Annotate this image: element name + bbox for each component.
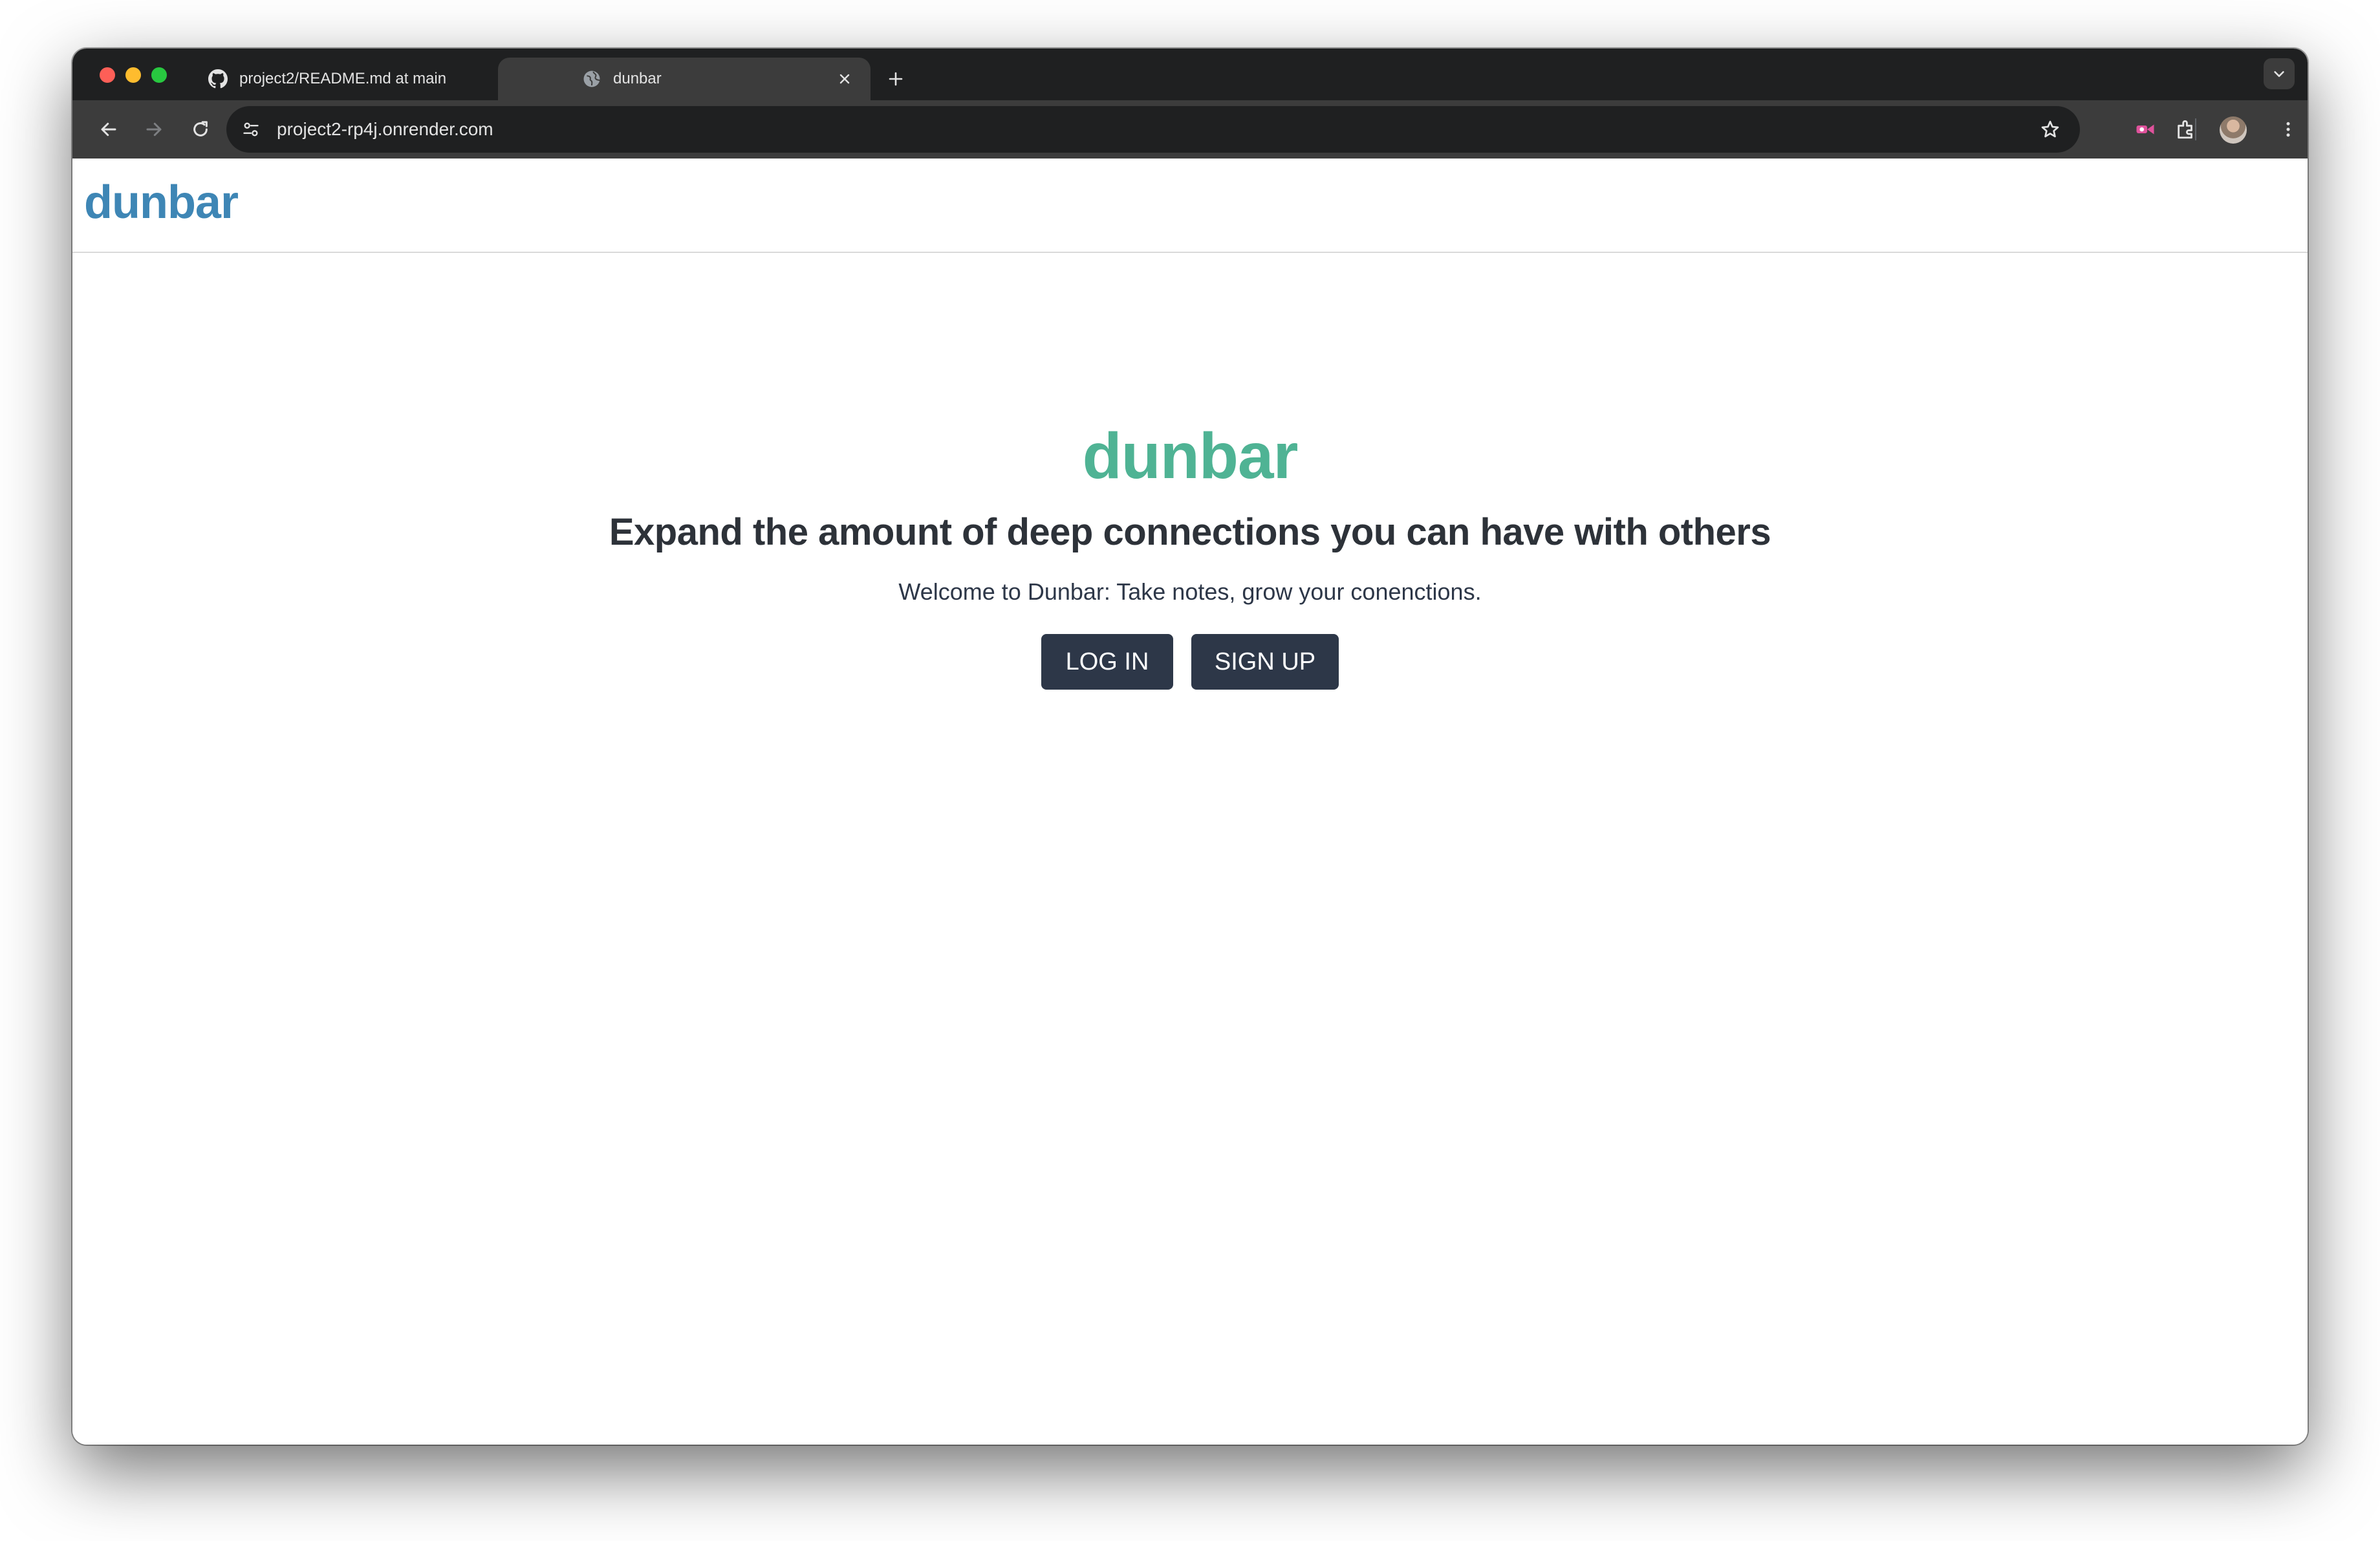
site-logo[interactable]: dunbar: [84, 176, 239, 229]
star-icon[interactable]: [2033, 113, 2067, 146]
hero-section: dunbar Expand the amount of deep connect…: [72, 424, 2308, 690]
github-icon: [208, 69, 228, 89]
login-button[interactable]: LOG IN: [1041, 634, 1173, 690]
globe-icon: [582, 69, 601, 89]
browser-window: project2/README.md at main dunbar projec…: [72, 49, 2308, 1445]
forward-arrow-icon[interactable]: [137, 113, 171, 146]
tab-strip: project2/README.md at main dunbar: [72, 49, 2308, 100]
tab-close-icon[interactable]: [832, 66, 858, 92]
site-header: dunbar: [72, 158, 2308, 253]
hero-subtitle: Expand the amount of deep connections yo…: [609, 511, 1771, 553]
tune-icon[interactable]: [234, 113, 268, 146]
address-bar[interactable]: project2-rp4j.onrender.com: [226, 106, 2080, 153]
tab-title: project2/README.md at main: [239, 70, 447, 87]
plus-icon[interactable]: [880, 63, 912, 95]
hero-title: dunbar: [1082, 420, 1299, 492]
maximize-window-button[interactable]: [151, 67, 167, 83]
tab-title: dunbar: [613, 70, 662, 87]
extension-icon[interactable]: [2169, 113, 2203, 146]
close-window-button[interactable]: [100, 67, 115, 83]
back-arrow-icon[interactable]: [92, 113, 125, 146]
url-text[interactable]: project2-rp4j.onrender.com: [277, 119, 2033, 140]
minimize-window-button[interactable]: [125, 67, 141, 83]
kebab-menu-icon[interactable]: [2271, 113, 2305, 146]
hero-buttons: LOG IN SIGN UP: [72, 634, 2308, 690]
page-content: dunbar dunbar Expand the amount of deep …: [72, 158, 2308, 1445]
profile-avatar[interactable]: [2220, 116, 2247, 144]
chevron-down-icon[interactable]: [2264, 58, 2295, 89]
recorder-extension-icon[interactable]: [2128, 113, 2162, 146]
tab-dunbar[interactable]: dunbar: [498, 58, 871, 100]
hero-description: Welcome to Dunbar: Take notes, grow your…: [898, 578, 1482, 605]
signup-button[interactable]: SIGN UP: [1191, 634, 1339, 690]
toolbar-divider: [2195, 118, 2196, 140]
reload-icon[interactable]: [184, 113, 217, 146]
